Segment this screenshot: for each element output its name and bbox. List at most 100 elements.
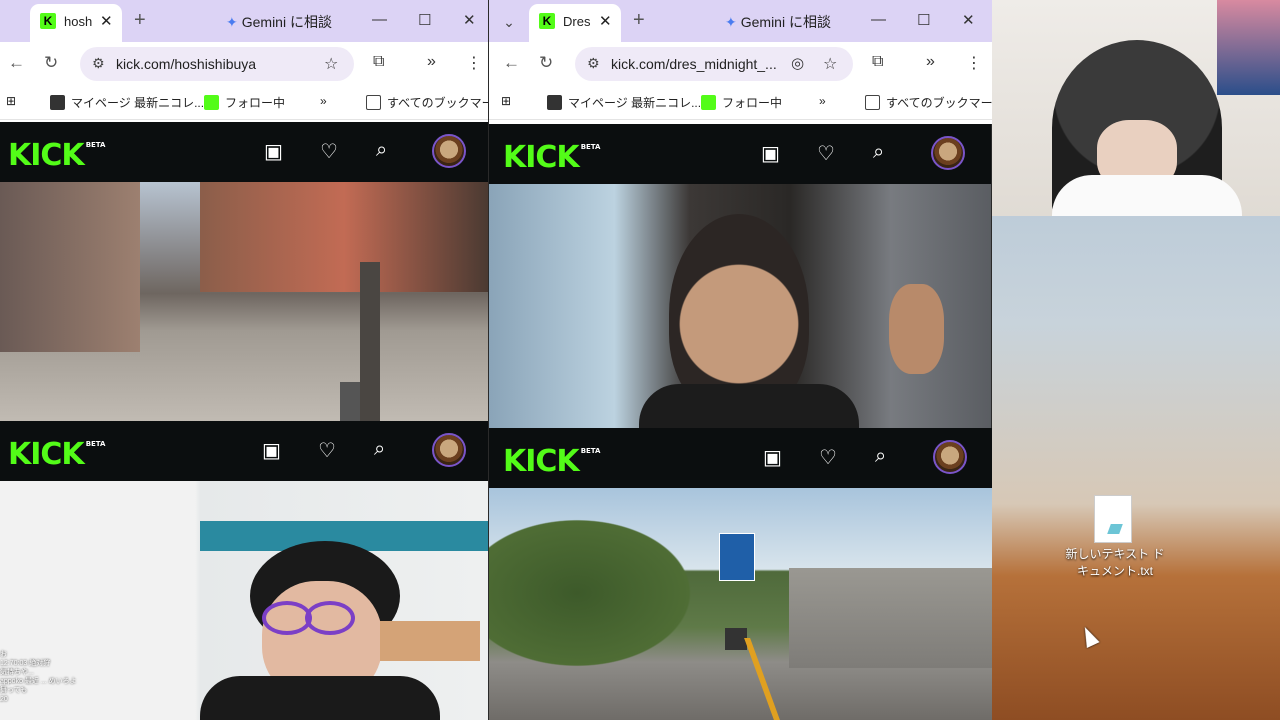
- bookmark-item-follow[interactable]: フォロー中: [701, 94, 782, 111]
- kick-header: KICK BETA ▣ ♡ ⌕: [0, 122, 488, 182]
- search-icon[interactable]: ⌕: [873, 141, 884, 164]
- back-icon[interactable]: ←: [8, 53, 25, 73]
- tab-strip: K hosh ✕ + ✦ Gemini に相談 — ☐ ✕: [0, 0, 488, 42]
- tab-dres[interactable]: K Dres ✕: [529, 4, 621, 42]
- following-icon[interactable]: ▣: [763, 445, 782, 470]
- bookmark-label: フォロー中: [722, 96, 783, 110]
- chevron-more-icon[interactable]: »: [427, 53, 436, 71]
- kick-logo[interactable]: KICK BETA: [8, 138, 105, 173]
- new-tab-button[interactable]: +: [134, 9, 146, 32]
- avatar[interactable]: [432, 134, 466, 168]
- bookmark-star-icon[interactable]: ☆: [324, 54, 338, 74]
- toolbar: ← ↻ ⚙ kick.com/dres_midnight_... ◎ ☆ ⧉ »…: [489, 42, 992, 84]
- all-bookmarks[interactable]: すべてのブックマーク: [865, 94, 992, 111]
- stream-video-dres[interactable]: [489, 184, 991, 432]
- url-text: kick.com/hoshishibuya: [116, 56, 257, 72]
- avatar[interactable]: [933, 440, 967, 474]
- avatar[interactable]: [432, 433, 466, 467]
- tab-title: hosh: [64, 14, 93, 29]
- bookmark-label: マイページ 最新ニコレ...: [71, 96, 205, 110]
- tab-strip: ⌄ K Dres ✕ + ✦ Gemini に相談 — ☐ ✕: [489, 0, 992, 42]
- google-lens-icon[interactable]: ◎: [791, 54, 804, 72]
- reload-icon[interactable]: ↻: [44, 53, 58, 73]
- text-file-label[interactable]: 新しいテキスト ドキュメント.txt: [1060, 546, 1170, 580]
- folder-icon: [366, 95, 381, 110]
- new-tab-button[interactable]: +: [633, 9, 645, 32]
- maximize-icon[interactable]: ☐: [917, 11, 930, 29]
- niconico-icon: [50, 95, 65, 110]
- webcam-overlay: [992, 0, 1280, 216]
- chat-line: お: [0, 651, 7, 658]
- reload-icon[interactable]: ↻: [539, 53, 553, 73]
- apps-icon[interactable]: ⊞: [501, 94, 511, 108]
- gemini-sparkle-icon: ✦: [226, 14, 238, 30]
- tab-title: Dres: [563, 14, 591, 29]
- bookmark-item-mypage[interactable]: マイページ 最新ニコレ...: [547, 94, 701, 111]
- bookmarks-bar: ⊞ マイページ 最新ニコレ... フォロー中 » すべてのブックマーク: [0, 84, 488, 120]
- chat-line: 気持ちや...: [0, 669, 34, 676]
- close-tab-icon[interactable]: ✕: [100, 12, 113, 30]
- bookmark-overflow-icon[interactable]: »: [320, 94, 327, 108]
- search-icon[interactable]: ⌕: [875, 445, 886, 468]
- chat-line: 20: [0, 696, 8, 703]
- text-file-icon[interactable]: [1094, 495, 1132, 543]
- menu-icon[interactable]: ⋮: [466, 53, 482, 73]
- address-bar[interactable]: ⚙ kick.com/dres_midnight_... ◎ ☆: [575, 47, 853, 81]
- search-icon[interactable]: ⌕: [374, 438, 385, 461]
- back-icon[interactable]: ←: [503, 53, 520, 73]
- following-icon[interactable]: ▣: [262, 438, 281, 463]
- avatar[interactable]: [931, 136, 965, 170]
- following-icon[interactable]: ▣: [761, 141, 780, 166]
- folder-icon: [865, 95, 880, 110]
- kick-icon: [204, 95, 219, 110]
- close-tab-icon[interactable]: ✕: [599, 12, 612, 30]
- bookmark-label: マイページ 最新ニコレ...: [568, 96, 702, 110]
- toolbar: ← ↻ ⚙ kick.com/hoshishibuya ☆ ⧉ » ⋮: [0, 42, 488, 84]
- gemini-label: Gemini に相談: [740, 14, 831, 30]
- heart-icon[interactable]: ♡: [320, 139, 338, 164]
- minimize-icon[interactable]: —: [372, 11, 387, 28]
- kick-logo[interactable]: KICK BETA: [8, 437, 105, 472]
- kick-header: KICK BETA ▣ ♡ ⌕: [489, 428, 992, 488]
- kick-header: KICK BETA ▣ ♡ ⌕: [0, 421, 488, 481]
- chat-line: 舞っても: [0, 687, 28, 694]
- chevron-more-icon[interactable]: »: [926, 53, 935, 71]
- close-window-icon[interactable]: ✕: [962, 11, 975, 29]
- kick-icon: [701, 95, 716, 110]
- bookmark-star-icon[interactable]: ☆: [823, 54, 837, 74]
- extensions-icon[interactable]: ⧉: [872, 53, 883, 71]
- bookmark-label: すべてのブックマーク: [886, 96, 992, 110]
- bookmark-item-follow[interactable]: フォロー中: [204, 94, 285, 111]
- heart-icon[interactable]: ♡: [817, 141, 835, 166]
- kick-logo[interactable]: KICK BETA: [503, 444, 600, 479]
- following-icon[interactable]: ▣: [264, 139, 283, 164]
- bookmark-overflow-icon[interactable]: »: [819, 94, 826, 108]
- apps-icon[interactable]: ⊞: [6, 94, 16, 108]
- maximize-icon[interactable]: ☐: [418, 11, 431, 29]
- tab-hoshishibuya[interactable]: K hosh ✕: [30, 4, 122, 42]
- menu-icon[interactable]: ⋮: [966, 53, 982, 73]
- bookmark-item-mypage[interactable]: マイページ 最新ニコレ...: [50, 94, 204, 111]
- minimize-icon[interactable]: —: [871, 11, 886, 28]
- kick-favicon-icon: K: [40, 13, 56, 29]
- tab-search-icon[interactable]: ⌄: [497, 10, 521, 34]
- chat-line: 12:70:03 絶対狩: [0, 660, 51, 667]
- close-window-icon[interactable]: ✕: [463, 11, 476, 29]
- chat-overlay: お 12:70:03 絶対狩 気持ちや... appoko 最近 ... めいろ…: [0, 650, 77, 704]
- site-info-icon[interactable]: ⚙: [587, 55, 600, 72]
- stream-video-road[interactable]: [489, 488, 992, 720]
- gemini-button[interactable]: ✦ Gemini に相談: [725, 12, 831, 32]
- niconico-icon: [547, 95, 562, 110]
- site-info-icon[interactable]: ⚙: [92, 55, 105, 72]
- url-text: kick.com/dres_midnight_...: [611, 56, 777, 72]
- stream-video-shibuya[interactable]: [0, 182, 488, 430]
- bookmarks-bar: ⊞ マイページ 最新ニコレ... フォロー中 » すべてのブックマーク: [489, 84, 992, 120]
- extensions-icon[interactable]: ⧉: [373, 53, 384, 71]
- search-icon[interactable]: ⌕: [376, 139, 387, 162]
- kick-logo[interactable]: KICK BETA: [503, 140, 600, 175]
- address-bar[interactable]: ⚙ kick.com/hoshishibuya ☆: [80, 47, 354, 81]
- gemini-button[interactable]: ✦ Gemini に相談: [226, 12, 332, 32]
- heart-icon[interactable]: ♡: [318, 438, 336, 463]
- heart-icon[interactable]: ♡: [819, 445, 837, 470]
- all-bookmarks[interactable]: すべてのブックマーク: [366, 94, 488, 111]
